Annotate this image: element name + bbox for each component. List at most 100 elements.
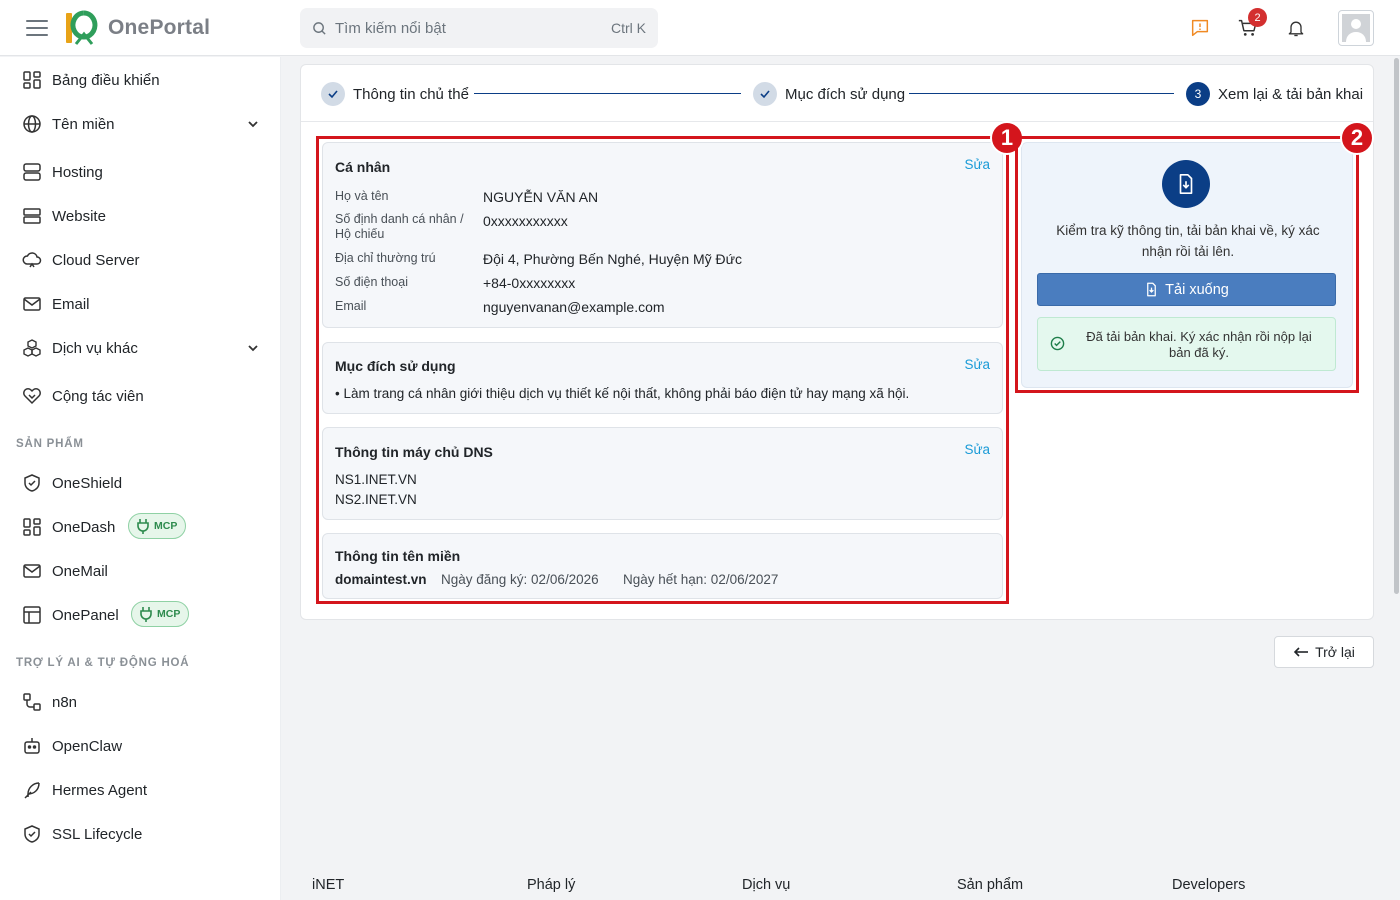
- step-2[interactable]: Mục đích sử dụng: [753, 82, 905, 106]
- domain-title: Thông tin tên miền: [335, 548, 461, 564]
- footer-products[interactable]: Sản phẩm: [957, 877, 1023, 893]
- website-icon: [21, 205, 43, 227]
- sidebar-item-label: OneDash: [52, 518, 116, 536]
- dns-title: Thông tin máy chủ DNS: [335, 444, 493, 460]
- step-3[interactable]: 3 Xem lại & tải bản khai: [1186, 82, 1363, 106]
- sidebar-item-label: Cộng tác viên: [52, 387, 144, 405]
- sidebar-item-hosting[interactable]: Hosting: [0, 152, 281, 192]
- footer-inet[interactable]: iNET: [312, 877, 344, 893]
- download-success-alert: Đã tải bản khai. Ký xác nhận rồi nộp lại…: [1037, 317, 1336, 371]
- field-label: Địa chỉ thường trú: [335, 251, 436, 265]
- download-panel: Kiểm tra kỹ thông tin, tải bản khai về, …: [1021, 142, 1353, 388]
- check-circle-icon: [1050, 336, 1065, 351]
- dashboard-icon: [21, 69, 43, 91]
- sidebar-item-label: SSL Lifecycle: [52, 825, 143, 843]
- sidebar-item-website[interactable]: Website: [0, 196, 281, 236]
- sidebar-item-label: n8n: [52, 693, 78, 711]
- domain-name: domaintest.vn: [335, 572, 427, 587]
- top-bar: OnePortal Ctrl K 2: [0, 0, 1400, 56]
- sidebar-item-label: OneShield: [52, 474, 123, 492]
- dashboard-icon: [21, 516, 43, 538]
- search-icon: [313, 21, 326, 35]
- domain-card: Thông tin tên miền domaintest.vn Ngày đă…: [322, 533, 1003, 599]
- sidebar-item-ssl-lifecycle[interactable]: SSL Lifecycle: [0, 814, 281, 854]
- mcp-badge: MCP: [128, 513, 187, 539]
- check-icon: [321, 82, 345, 106]
- shield-check-icon: [21, 823, 43, 845]
- field-label: Số điện thoại: [335, 275, 408, 289]
- server-icon: [21, 161, 43, 183]
- feather-icon: [21, 779, 43, 801]
- mail-icon: [21, 560, 43, 582]
- panel-icon: [21, 604, 43, 626]
- feedback-icon[interactable]: [1186, 14, 1214, 42]
- sidebar-item-label: Hosting: [52, 163, 103, 181]
- sidebar-item-hermes-agent[interactable]: Hermes Agent: [0, 770, 281, 810]
- robot-icon: [21, 735, 43, 757]
- cloud-icon: [21, 249, 43, 271]
- logo[interactable]: OnePortal: [64, 10, 210, 46]
- sidebar-item-email[interactable]: Email: [0, 284, 281, 324]
- sidebar-item-cloud-server[interactable]: Cloud Server: [0, 240, 281, 280]
- plug-icon: [137, 519, 149, 534]
- field-value: +84-0xxxxxxxx: [483, 275, 576, 291]
- field-label: Số định danh cá nhân / Hộ chiếu: [335, 212, 464, 241]
- edit-personal-link[interactable]: Sửa: [964, 157, 990, 172]
- search-box[interactable]: Ctrl K: [300, 8, 658, 48]
- download-button[interactable]: Tải xuống: [1037, 273, 1336, 306]
- field-value: NGUYỄN VĂN AN: [483, 189, 599, 205]
- sidebar-item-label: Website: [52, 207, 106, 225]
- shield-icon: [21, 472, 43, 494]
- bell-icon[interactable]: [1282, 14, 1310, 42]
- plug-icon: [140, 607, 152, 622]
- stepper: Thông tin chủ thể Mục đích sử dụng 3 Xem…: [301, 65, 1373, 122]
- footer-developers[interactable]: Developers: [1172, 877, 1245, 893]
- purpose-card: Mục đích sử dụng Sửa • Làm trang cá nhân…: [322, 342, 1003, 414]
- field-value: nguyenvanan@example.com: [483, 299, 665, 315]
- file-download-icon: [1147, 282, 1157, 297]
- sidebar-item-domain[interactable]: Tên miền: [0, 104, 281, 144]
- purpose-title: Mục đích sử dụng: [335, 358, 456, 374]
- dns-card: Thông tin máy chủ DNS Sửa NS1.INET.VN NS…: [322, 427, 1003, 520]
- step-1[interactable]: Thông tin chủ thể: [321, 82, 469, 106]
- sidebar-item-n8n[interactable]: n8n: [0, 682, 281, 722]
- workflow-icon: [21, 691, 43, 713]
- edit-dns-link[interactable]: Sửa: [964, 442, 990, 457]
- footer-legal[interactable]: Pháp lý: [527, 877, 575, 893]
- menu-toggle-icon[interactable]: [26, 18, 48, 38]
- domain-registered-date: Ngày đăng ký: 02/06/2026: [441, 572, 599, 587]
- mcp-badge-label: MCP: [154, 520, 178, 532]
- sidebar-item-onemail[interactable]: OneMail: [0, 551, 281, 591]
- oneportal-logo-mark: [66, 10, 98, 45]
- purpose-text: • Làm trang cá nhân giới thiệu dịch vụ t…: [335, 386, 910, 401]
- sidebar-item-label: Hermes Agent: [52, 781, 148, 799]
- download-success-text: Đã tải bản khai. Ký xác nhận rồi nộp lại…: [1086, 329, 1312, 360]
- field-value: Đội 4, Phường Bến Nghé, Huyện Mỹ Đức: [483, 251, 743, 267]
- sidebar-item-oneshield[interactable]: OneShield: [0, 463, 281, 503]
- dns-server: NS1.INET.VN: [335, 472, 417, 487]
- scrollbar-thumb[interactable]: [1394, 58, 1399, 594]
- domain-expiry-date: Ngày hết hạn: 02/06/2027: [623, 572, 779, 587]
- sidebar-item-affiliate[interactable]: Cộng tác viên: [0, 376, 281, 416]
- sidebar-item-other-services[interactable]: Dịch vụ khác: [0, 328, 281, 368]
- sidebar-item-label: OnePanel: [52, 606, 119, 624]
- annotation-badge-2: 2: [1340, 121, 1374, 155]
- sidebar-item-openclaw[interactable]: OpenClaw: [0, 726, 281, 766]
- chevron-down-icon: [248, 345, 258, 352]
- edit-purpose-link[interactable]: Sửa: [964, 357, 990, 372]
- avatar[interactable]: [1338, 10, 1374, 46]
- footer-services[interactable]: Dịch vụ: [742, 877, 790, 893]
- search-input[interactable]: [335, 19, 611, 37]
- annotation-badge-1: 1: [990, 121, 1024, 155]
- mcp-badge-label: MCP: [157, 608, 181, 620]
- field-label: Họ và tên: [335, 189, 389, 203]
- sidebar-item-label: Email: [52, 295, 90, 313]
- sidebar-item-dashboard[interactable]: Bảng điều khiển: [0, 60, 281, 100]
- personal-info-title: Cá nhân: [335, 159, 391, 175]
- step-connector: [474, 93, 741, 94]
- section-title-products: SẢN PHẨM: [16, 438, 84, 450]
- back-button[interactable]: Trở lại: [1274, 636, 1374, 668]
- sidebar-item-label: Tên miền: [52, 115, 115, 133]
- sidebar-item-label: Bảng điều khiển: [52, 71, 160, 89]
- user-avatar-icon: [1342, 14, 1370, 42]
